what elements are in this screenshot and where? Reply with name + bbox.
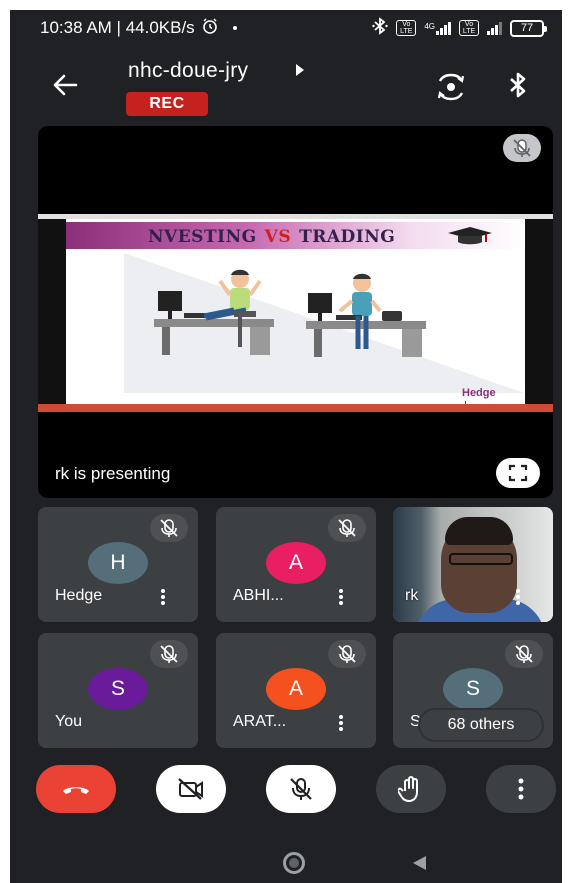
status-bar: 10:38 AM | 44.0KB/s Vo LTE 4G Vo LTE 77 [10,10,562,46]
alarm-icon [201,17,219,40]
avatar: S [88,668,148,710]
slide-progress-bar [38,404,553,412]
video-person-glasses [449,553,513,565]
status-time-speed: 10:38 AM | 44.0KB/s [40,18,195,37]
shared-slide: NVESTING VS TRADING Hedge [38,214,553,412]
more-vert-icon[interactable] [336,713,346,733]
mic-off-icon [150,640,188,668]
dot-indicator [232,26,237,30]
slide-letterbox-left [38,219,66,404]
participant-tile-self[interactable]: S You [38,633,198,748]
phone-hangup-icon [63,787,89,794]
others-count-pill[interactable]: 68 others [420,710,542,740]
arrow-left-icon[interactable] [50,70,80,100]
investor-illustration [154,269,274,355]
slide-content: NVESTING VS TRADING Hedge [66,219,525,404]
participant-name: Hedge [55,587,103,604]
end-call-button[interactable] [36,765,116,813]
mic-off-icon [150,514,188,542]
video-person-hair [445,517,513,545]
slide-letterbox-right [525,219,553,404]
presenting-label: rk is presenting [55,464,171,483]
more-vert-icon[interactable] [158,587,168,607]
more-vert-icon[interactable] [336,587,346,607]
signal-icon-2 [487,21,502,35]
raise-hand-button[interactable] [376,765,446,813]
mic-off-icon [328,640,366,668]
avatar: S [443,668,503,710]
more-options-button[interactable] [486,765,556,813]
status-icons: Vo LTE 4G Vo LTE 77 [372,16,547,40]
battery-icon: 77 [510,19,547,37]
camera-toggle-button[interactable] [156,765,226,813]
graduation-cap-icon [446,225,494,252]
participant-name: ABHI... [233,587,284,604]
mic-toggle-button[interactable] [266,765,336,813]
volte-icon-1: Vo LTE [396,20,417,36]
signal-icon-1: 4G [424,21,451,35]
participant-video-tile[interactable]: rk [393,507,553,622]
participant-name: ARAT... [233,713,287,730]
participant-name: rk [405,587,419,604]
hand-icon [398,776,418,802]
presentation-tile[interactable]: NVESTING VS TRADING Hedge rk is presenti… [38,126,553,498]
avatar: A [266,668,326,710]
video-off-icon [178,778,203,800]
home-button-icon[interactable] [283,852,305,874]
avatar: H [88,542,148,584]
trader-illustration [306,273,426,357]
bluetooth-audio-icon[interactable] [506,70,530,100]
recording-badge: REC [126,92,208,116]
mic-off-icon [505,640,543,668]
switch-camera-icon[interactable] [434,72,468,102]
participant-tile[interactable]: H Hedge [38,507,198,622]
avatar: A [266,542,326,584]
mic-off-icon [328,514,366,542]
bluetooth-status-icon [372,16,389,40]
meeting-code[interactable]: nhc-doue-jry [128,59,248,83]
back-triangle-icon[interactable] [413,856,426,870]
mic-off-icon [290,778,312,800]
slide-title: NVESTING VS TRADING [148,227,396,247]
fullscreen-icon[interactable] [496,458,540,488]
mic-off-icon [503,134,541,162]
meeting-header: nhc-doue-jry REC [10,54,562,124]
participant-tile[interactable]: A ABHI... [216,507,376,622]
system-nav-bar [10,843,562,883]
slide-logo: Hedge [462,387,525,404]
meeting-details-caret-icon[interactable] [296,64,304,76]
volte-icon-2: Vo LTE [459,20,479,36]
participant-name: You [55,713,82,730]
participant-tile[interactable]: A ARAT... [216,633,376,748]
meet-screen: 10:38 AM | 44.0KB/s Vo LTE 4G Vo LTE 77 [10,10,562,883]
more-vert-icon[interactable] [513,587,523,607]
more-vert-icon [518,778,524,800]
